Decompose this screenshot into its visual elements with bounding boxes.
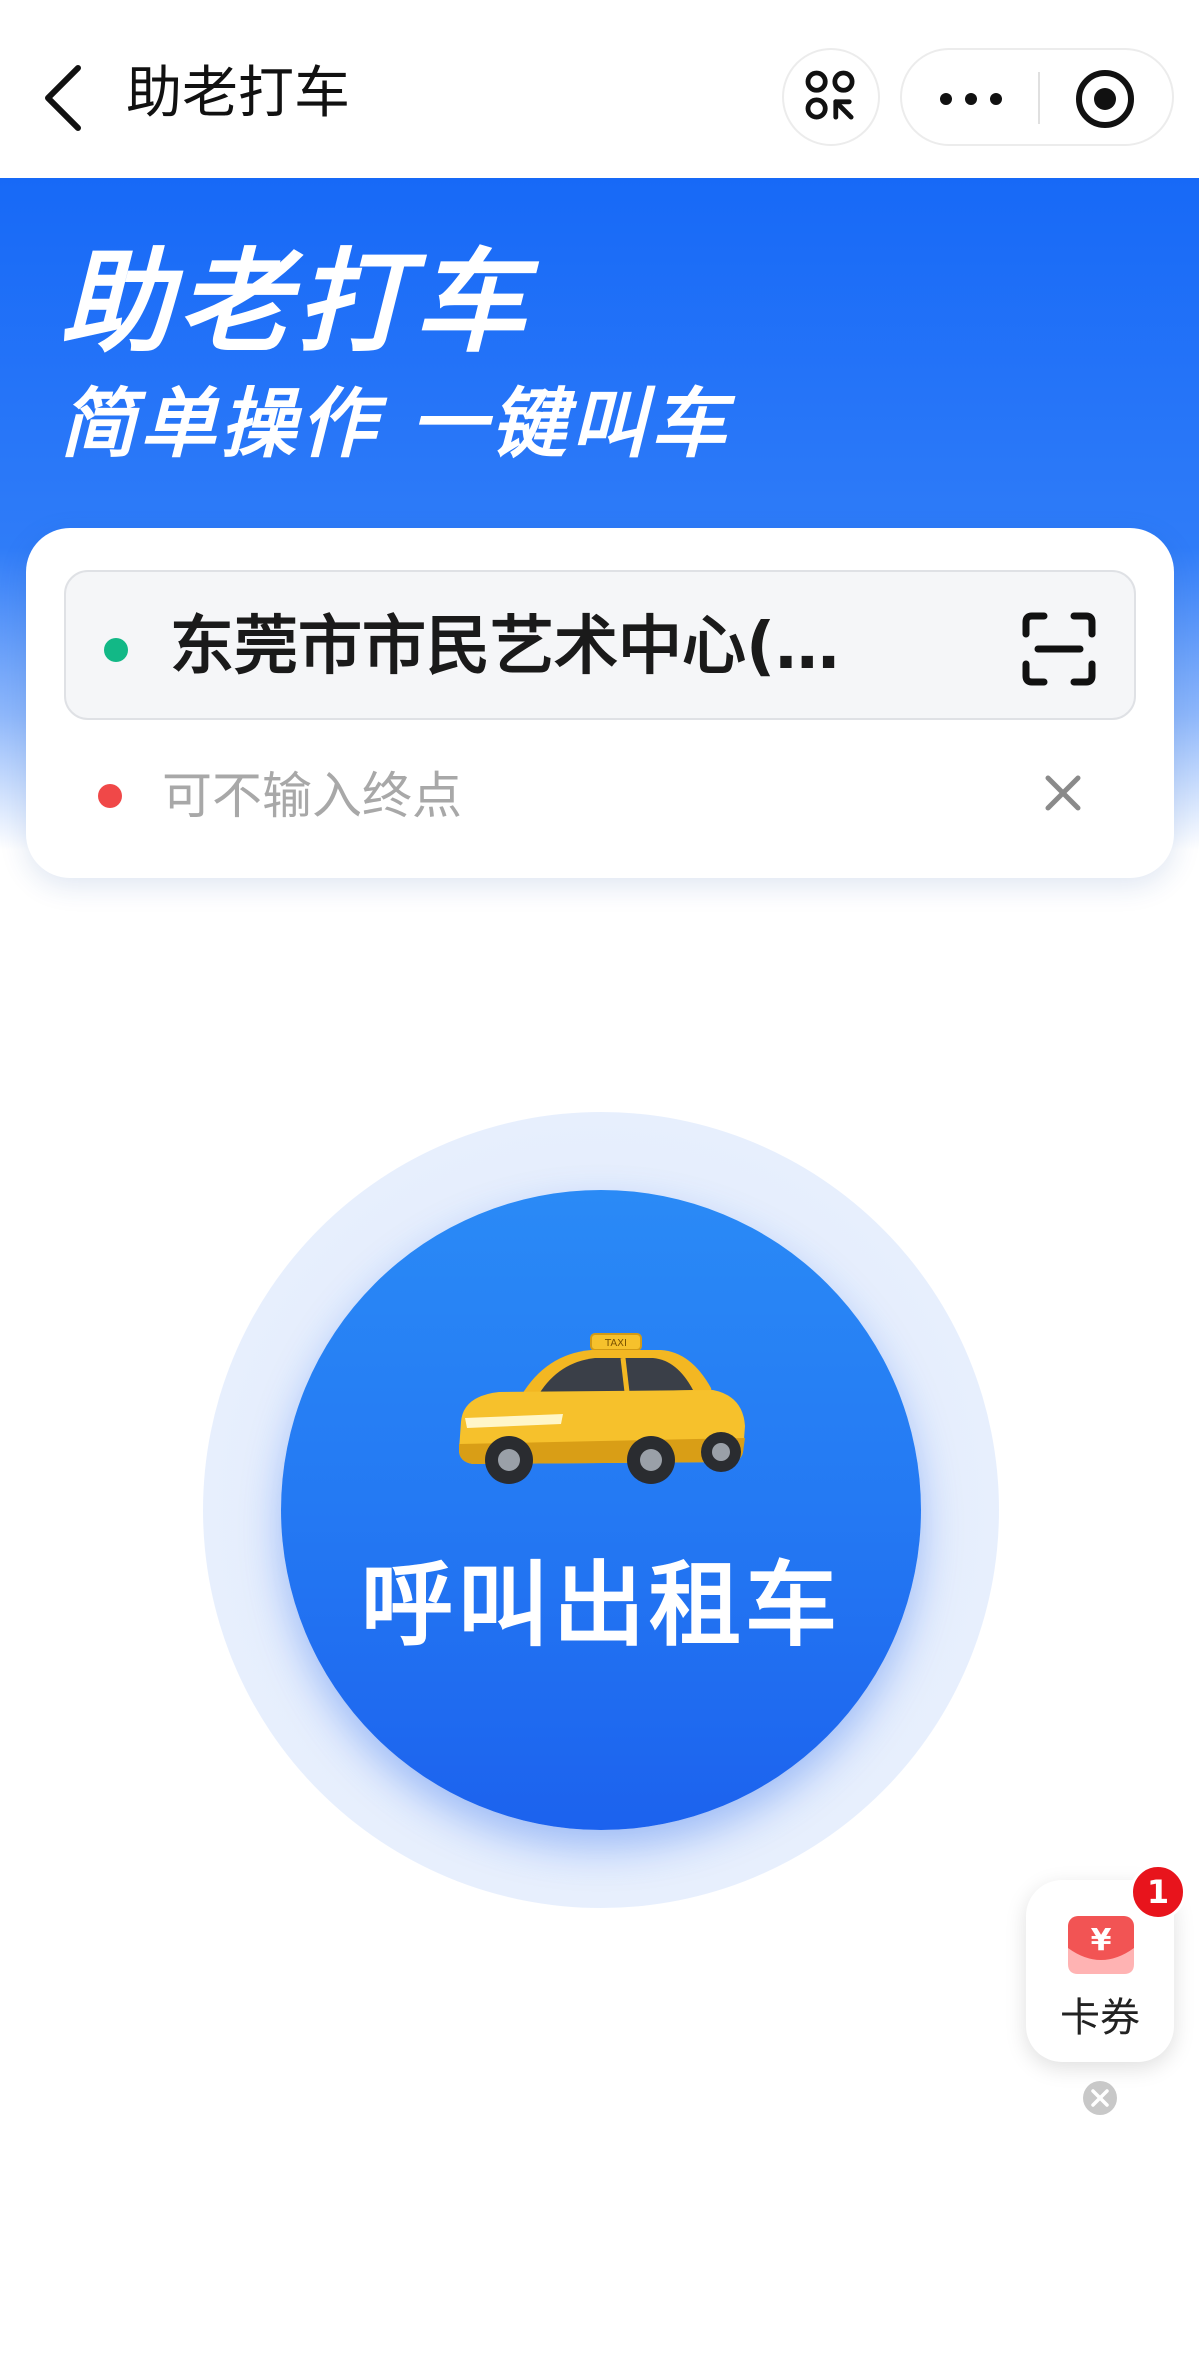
banner-subtitle: 简单操作 一键叫车 bbox=[60, 379, 731, 468]
capsule-menu bbox=[900, 48, 1174, 146]
scan-button[interactable] bbox=[782, 48, 880, 146]
coupon-label: 卡券 bbox=[1060, 1995, 1140, 2041]
top-nav-bar: 助老打车 bbox=[0, 0, 1199, 178]
end-dot-icon bbox=[98, 784, 122, 808]
coupon-icon: ¥ bbox=[1068, 1916, 1134, 1974]
page-title: 助老打车 bbox=[126, 61, 350, 126]
capsule-divider bbox=[1038, 72, 1040, 124]
banner-title: 助老打车 bbox=[60, 238, 532, 368]
coupon-float-button[interactable]: ¥ 卡券 1 bbox=[1026, 1864, 1186, 2062]
close-icon[interactable] bbox=[1038, 768, 1088, 818]
target-icon[interactable] bbox=[1074, 68, 1136, 130]
destination-input[interactable] bbox=[162, 754, 922, 838]
scan-grid-icon bbox=[805, 70, 855, 120]
taxi-sign-text: TAXI bbox=[604, 1338, 627, 1349]
more-icon[interactable] bbox=[936, 84, 1006, 114]
coupon-currency: ¥ bbox=[1091, 1923, 1112, 1958]
close-icon[interactable] bbox=[1082, 2080, 1118, 2116]
start-dot-icon bbox=[104, 638, 128, 662]
call-taxi-label: 呼叫出租车 bbox=[360, 1552, 841, 1659]
start-location-text: 东莞市市民艺术中心(… bbox=[170, 610, 840, 684]
scan-frame-icon[interactable] bbox=[1018, 608, 1100, 690]
start-location-field[interactable]: 东莞市市民艺术中心(… bbox=[64, 570, 1136, 720]
coupon-count-badge: 1 bbox=[1130, 1864, 1186, 1920]
call-taxi-button[interactable]: TAXI 呼叫出租车 bbox=[281, 1190, 921, 1830]
back-icon[interactable] bbox=[38, 60, 88, 136]
route-card: 东莞市市民艺术中心(… bbox=[26, 528, 1174, 878]
taxi-icon: TAXI bbox=[459, 1333, 745, 1484]
